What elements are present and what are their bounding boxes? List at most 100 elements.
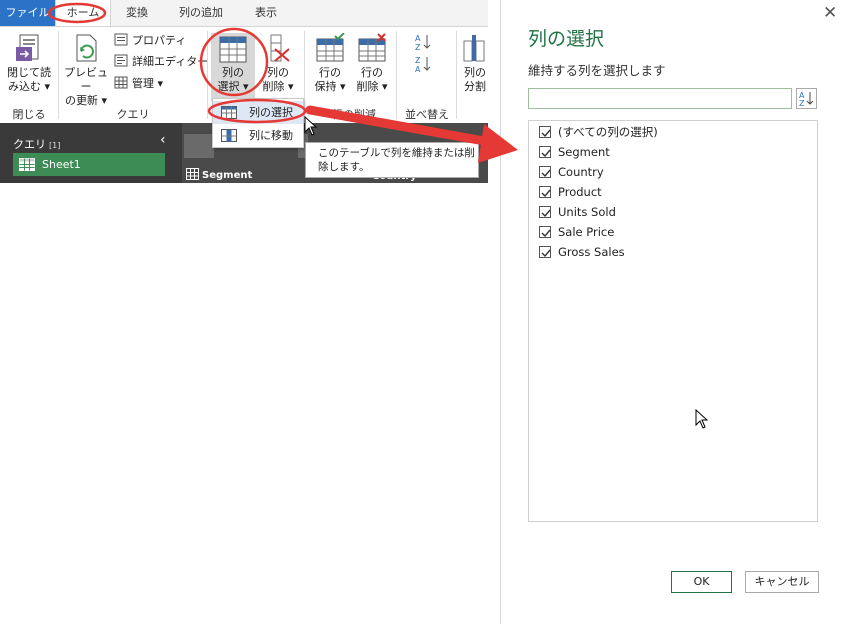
ribbon-tab-bar: ファイル ホーム 変換 列の追加 表示	[0, 0, 488, 26]
ribbon-separator	[207, 31, 208, 119]
column-search-input[interactable]	[528, 88, 792, 109]
sort-descending-button[interactable]: ZA	[414, 55, 432, 76]
checkbox[interactable]	[539, 126, 551, 138]
tab-file[interactable]: ファイル	[0, 0, 55, 26]
sort-columns-button[interactable]: AZ	[796, 88, 817, 109]
choose-columns-label-1: 列の	[222, 66, 244, 79]
svg-text:A: A	[415, 34, 421, 43]
sort-ascending-icon: AZ	[415, 34, 431, 52]
tooltip-line-1: このテーブルで列を維持または削	[318, 147, 475, 159]
advanced-editor-icon	[114, 54, 128, 67]
menu-item-go-to-column[interactable]: 列に移動	[213, 124, 303, 147]
keep-rows-label-2: 保持 ▾	[314, 80, 346, 93]
remove-columns-label-1: 列の	[267, 66, 289, 79]
close-load-label-2: み込む ▾	[7, 80, 51, 93]
column-checkbox-label: Product	[558, 185, 602, 199]
tab-view[interactable]: 表示	[240, 0, 292, 26]
close-load-icon	[16, 34, 39, 61]
table-icon	[19, 158, 35, 171]
choose-columns-label-2: 選択 ▾	[217, 80, 249, 93]
refresh-preview-button[interactable]: プレビュー の更新 ▾	[62, 33, 110, 108]
group-label-sort: 並べ替え	[405, 108, 449, 121]
collapse-pane-icon[interactable]: ‹	[160, 132, 166, 148]
properties-label: プロパティ	[132, 34, 187, 47]
menu-item-choose-columns[interactable]: 列の選択	[213, 101, 303, 124]
column-checkbox-country[interactable]: Country	[539, 163, 604, 181]
keep-rows-button[interactable]: 行の 保持 ▾	[310, 33, 350, 94]
column-checkbox-label: Country	[558, 165, 604, 179]
column-checkbox-label: Units Sold	[558, 205, 616, 219]
manage-button[interactable]: 管理 ▾	[114, 76, 163, 92]
column-checkbox-label: Gross Sales	[558, 245, 625, 259]
refresh-preview-label-1: プレビュー	[64, 66, 108, 93]
close-load-label-1: 閉じて読	[7, 66, 51, 79]
column-checkbox-sale-price[interactable]: Sale Price	[539, 223, 614, 241]
table-icon	[114, 76, 128, 89]
queries-pane-title: クエリ [1]	[13, 138, 61, 151]
keep-rows-icon	[316, 33, 345, 62]
remove-columns-icon	[270, 34, 290, 62]
svg-text:Z: Z	[415, 43, 421, 51]
table-icon	[186, 168, 199, 180]
remove-columns-button[interactable]: 列の 削除 ▾	[258, 33, 298, 94]
choose-columns-dialog: ✕ 列の選択 維持する列を選択します AZ (すべての列の選択) Segment…	[500, 0, 847, 624]
sort-descending-icon: ZA	[415, 56, 431, 74]
split-column-button[interactable]: 列の 分割	[460, 33, 490, 94]
checkbox[interactable]	[539, 146, 551, 158]
column-checkbox-product[interactable]: Product	[539, 183, 602, 201]
column-checkbox-label: (すべての列の選択)	[558, 125, 658, 139]
ok-button[interactable]: OK	[671, 571, 732, 593]
query-item-sheet1[interactable]: Sheet1	[13, 153, 165, 176]
split-column-label-1: 列の	[464, 66, 486, 79]
dialog-close-icon[interactable]: ✕	[823, 3, 837, 23]
close-icon[interactable]	[184, 134, 214, 158]
query-item-label: Sheet1	[42, 158, 81, 171]
tab-home[interactable]: ホーム	[55, 0, 111, 26]
column-checkbox-segment[interactable]: Segment	[539, 143, 610, 161]
dialog-title: 列の選択	[528, 28, 605, 50]
go-to-column-icon	[221, 129, 237, 142]
checkbox[interactable]	[539, 206, 551, 218]
choose-columns-icon	[221, 106, 237, 119]
refresh-icon	[76, 34, 97, 62]
tooltip: このテーブルで列を維持または削 除します。	[305, 142, 479, 178]
advanced-editor-button[interactable]: 詳細エディター	[114, 54, 208, 70]
column-checkbox-label: Segment	[558, 145, 610, 159]
remove-rows-label-1: 行の	[361, 66, 383, 79]
tooltip-line-2: 除します。	[318, 161, 370, 173]
sort-ascending-button[interactable]: AZ	[414, 33, 432, 54]
properties-icon	[114, 33, 128, 46]
ribbon-separator	[304, 31, 305, 119]
group-label-close: 閉じる	[12, 108, 46, 121]
keep-rows-label-1: 行の	[319, 66, 341, 79]
manage-label: 管理	[132, 77, 154, 90]
properties-button[interactable]: プロパティ	[114, 33, 186, 49]
choose-columns-button[interactable]: 列の 選択 ▾	[211, 33, 255, 101]
tab-transform[interactable]: 変換	[112, 0, 162, 26]
close-and-load-button[interactable]: 閉じて読 み込む ▾	[4, 33, 54, 94]
refresh-preview-label-2: の更新 ▾	[64, 94, 108, 107]
cancel-button[interactable]: キャンセル	[745, 571, 819, 593]
column-checkbox-select-all[interactable]: (すべての列の選択)	[539, 123, 658, 141]
column-checkbox-label: Sale Price	[558, 225, 615, 239]
column-header-segment[interactable]: Segment	[186, 168, 252, 181]
choose-columns-icon	[219, 36, 247, 63]
checkbox[interactable]	[539, 246, 551, 258]
group-label-reduce-rows: 行の削減	[332, 108, 376, 121]
dialog-subtitle: 維持する列を選択します	[528, 63, 666, 78]
checkbox[interactable]	[539, 166, 551, 178]
svg-text:Z: Z	[799, 99, 805, 108]
menu-item-label: 列に移動	[249, 129, 293, 142]
column-list: (すべての列の選択) Segment Country Product Units…	[528, 120, 818, 522]
checkbox[interactable]	[539, 226, 551, 238]
remove-rows-button[interactable]: 行の 削除 ▾	[352, 33, 392, 94]
split-column-icon	[463, 35, 485, 62]
column-checkbox-gross-sales[interactable]: Gross Sales	[539, 243, 625, 261]
ribbon-separator	[58, 31, 59, 119]
column-checkbox-units-sold[interactable]: Units Sold	[539, 203, 616, 221]
tab-add-column[interactable]: 列の追加	[164, 0, 238, 26]
remove-rows-icon	[358, 33, 386, 62]
svg-text:Z: Z	[415, 56, 421, 65]
checkbox[interactable]	[539, 186, 551, 198]
ribbon-separator	[396, 31, 397, 119]
